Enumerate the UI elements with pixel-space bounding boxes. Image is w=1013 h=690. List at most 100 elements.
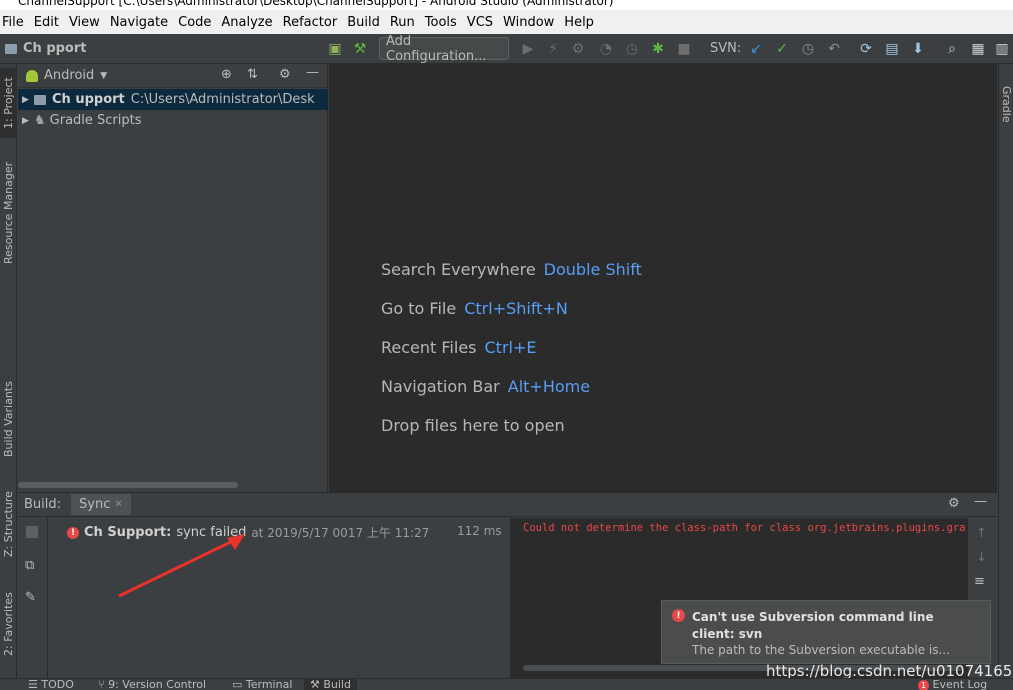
project-structure-icon[interactable]: ▦ (968, 39, 988, 59)
android-debug-icon[interactable]: ✱ (648, 39, 668, 59)
layout-icon[interactable]: ▣ (325, 39, 345, 59)
arrow-up-icon[interactable]: ↑ (976, 526, 987, 541)
layout-inspector-icon[interactable]: ▥ (992, 39, 1012, 59)
tab-sync[interactable]: Sync ✕ (71, 494, 131, 515)
expand-arrow-icon[interactable]: ▶ (22, 95, 34, 105)
window-title-bar: ChannelSupport [C:\Users\Administrator\D… (0, 0, 1013, 10)
arrow-down-icon[interactable]: ↓ (976, 550, 987, 565)
hint-drop-files: Drop files here to open (381, 416, 565, 435)
window-title: ChannelSupport [C:\Users\Administrator\D… (18, 0, 614, 8)
left-tool-strip: 1: Project Resource Manager Build Varian… (0, 64, 17, 680)
horizontal-scrollbar[interactable] (18, 482, 238, 488)
tool-tab-favorites[interactable]: 2: Favorites (0, 584, 17, 664)
avd-manager-icon[interactable]: ▤ (882, 39, 902, 59)
vcs-icon: ⑂ (98, 678, 109, 690)
add-configuration-button[interactable]: Add Configuration... (379, 34, 509, 64)
tool-tab-project[interactable]: 1: Project (0, 68, 17, 138)
todo-icon: ☰ (28, 678, 42, 690)
svn-history-icon[interactable]: ◷ (798, 39, 818, 59)
menu-vcs[interactable]: VCS (462, 15, 498, 30)
tool-tab-resource-manager[interactable]: Resource Manager (0, 158, 17, 268)
gradle-scripts-label: Gradle Scripts (49, 113, 142, 128)
menu-view[interactable]: View (64, 15, 105, 30)
menu-refactor[interactable]: Refactor (278, 15, 343, 30)
folder-icon (5, 43, 17, 54)
sync-gradle-icon[interactable]: ⟳ (856, 39, 876, 59)
tab-event-log-label: Event Log (932, 678, 988, 690)
menu-code[interactable]: Code (173, 15, 216, 30)
tab-event-log[interactable]: 1 Event Log (918, 678, 987, 690)
tab-version-control[interactable]: ⑂ 9: Version Control (98, 678, 206, 690)
menu-file[interactable]: File (0, 15, 29, 30)
tree-item-gradle-scripts[interactable]: ▶ ♞ Gradle Scripts (18, 110, 328, 131)
tab-terminal[interactable]: ▭ Terminal (232, 678, 292, 690)
right-tool-strip: Gradle (998, 64, 1013, 680)
svn-revert-icon[interactable]: ↶ (824, 39, 844, 59)
pin-icon[interactable]: ✎ (25, 590, 36, 605)
stop-icon[interactable] (26, 526, 38, 538)
build-header: Build: Sync ✕ ⚙ — (18, 493, 998, 517)
hide-panel-icon[interactable]: — (974, 494, 987, 509)
tab-build[interactable]: ⚒ Build (304, 678, 357, 690)
hint-shortcut: Double Shift (543, 260, 642, 279)
run-icon[interactable]: ▶ (518, 39, 538, 59)
project-view-selector[interactable]: Android (44, 68, 94, 83)
error-icon: ! (672, 609, 685, 622)
tab-vcs-label: 9: Version Control (108, 678, 207, 690)
profile-icon[interactable]: ◔ (596, 39, 616, 59)
chevron-down-icon[interactable]: ▼ (100, 71, 107, 81)
tool-tab-build-variants[interactable]: Build Variants (0, 374, 17, 464)
hammer-icon: ⚒ (310, 678, 324, 690)
tree-item-project-root[interactable]: ▶ Ch upport C:\Users\Administrator\Desk (18, 89, 328, 110)
build-tree: ! Ch Support: sync failed at 2019/5/17 0… (49, 518, 509, 679)
expand-arrow-icon[interactable]: ▶ (22, 116, 34, 126)
project-panel-header: Android ▼ ⊕ ⇅ ⚙ — (18, 64, 328, 88)
project-path: C:\Users\Administrator\Desk (130, 92, 315, 107)
tab-todo[interactable]: ☰ TODO (28, 678, 74, 690)
hide-panel-icon[interactable]: — (306, 65, 319, 80)
close-icon[interactable]: ✕ (114, 499, 122, 510)
menu-analyze[interactable]: Analyze (216, 15, 277, 30)
menu-run[interactable]: Run (385, 15, 420, 30)
android-icon (26, 69, 38, 82)
tab-terminal-label: Terminal (245, 678, 293, 690)
make-project-hammer-icon[interactable]: ⚒ (350, 39, 370, 59)
debug-icon[interactable]: ⚙ (568, 39, 588, 59)
soft-wrap-icon[interactable]: ≡ (974, 574, 985, 589)
hint-label: Navigation Bar (381, 377, 500, 396)
locate-icon[interactable]: ⊕ (221, 67, 232, 82)
annotation-arrow (118, 534, 245, 598)
tool-tab-structure[interactable]: Z: Structure (0, 484, 17, 564)
sdk-manager-icon[interactable]: ⬇ (908, 39, 928, 59)
svn-label: SVN: (710, 41, 742, 56)
navigation-breadcrumb[interactable]: Ch pport (5, 41, 87, 56)
gear-icon[interactable]: ⚙ (948, 496, 960, 511)
svn-update-icon[interactable]: ↙ (746, 39, 766, 59)
search-icon[interactable]: ⌕ (942, 39, 962, 59)
menu-navigate[interactable]: Navigate (105, 15, 173, 30)
hint-go-to-file: Go to File Ctrl+Shift+N (381, 299, 568, 318)
tool-tab-gradle[interactable]: Gradle (999, 74, 1013, 134)
svn-notification[interactable]: ! Can't use Subversion command line clie… (661, 600, 991, 664)
notification-body: The path to the Subversion executable is… (692, 643, 950, 657)
menu-help[interactable]: Help (559, 15, 599, 30)
svn-commit-icon[interactable]: ✓ (772, 39, 792, 59)
apply-changes-icon[interactable]: ⚡ (543, 39, 563, 59)
sync-duration: 112 ms (457, 524, 502, 538)
collapse-all-icon[interactable]: ⇅ (247, 67, 258, 82)
gear-icon[interactable]: ⚙ (279, 67, 291, 82)
attach-debugger-icon[interactable]: ◷ (622, 39, 642, 59)
menu-build[interactable]: Build (342, 15, 385, 30)
hint-recent-files: Recent Files Ctrl+E (381, 338, 536, 357)
event-count-badge: 1 (918, 680, 929, 690)
stop-icon[interactable]: ■ (674, 39, 694, 59)
menu-tools[interactable]: Tools (420, 15, 462, 30)
hint-label: Recent Files (381, 338, 477, 357)
hint-shortcut: Alt+Home (507, 377, 591, 396)
project-panel: Android ▼ ⊕ ⇅ ⚙ — ▶ Ch upport C:\Users\A… (18, 64, 328, 492)
menu-edit[interactable]: Edit (29, 15, 64, 30)
menu-window[interactable]: Window (498, 15, 559, 30)
hint-shortcut: Ctrl+E (484, 338, 537, 357)
toggle-view-icon[interactable]: ⧉ (25, 558, 34, 573)
breadcrumb-project[interactable]: Ch pport (23, 41, 87, 56)
